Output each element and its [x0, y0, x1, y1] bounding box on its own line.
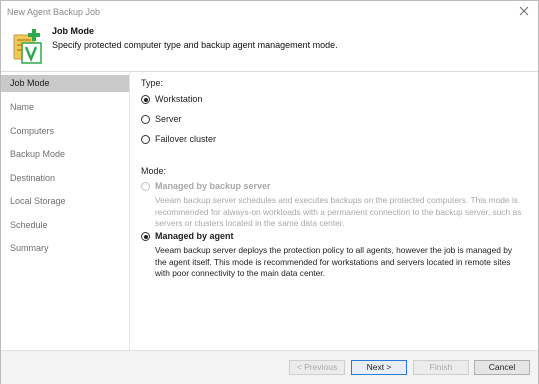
managed-by-agent-description: Veeam backup server deploys the protecti… — [155, 245, 513, 278]
next-button[interactable]: Next > — [351, 360, 407, 375]
title-bar: New Agent Backup Job — [1, 1, 538, 23]
step-backup-mode[interactable]: Backup Mode — [1, 146, 129, 163]
wizard-window: New Agent Backup Job Job Mode Specify pr… — [0, 0, 539, 384]
wizard-footer: < Previous Next > Finish Cancel — [1, 350, 538, 384]
managed-by-agent-radio[interactable]: Managed by agent — [141, 231, 261, 245]
step-name[interactable]: Name — [1, 99, 129, 116]
step-computers[interactable]: Computers — [1, 123, 129, 140]
page-subtitle: Specify protected computer type and back… — [52, 40, 338, 50]
step-destination[interactable]: Destination — [1, 170, 129, 187]
radio-disabled-icon — [141, 182, 150, 191]
wizard-header: Job Mode Specify protected computer type… — [1, 23, 538, 72]
wizard-steps: Job Mode Name Computers Backup Mode Dest… — [1, 72, 130, 350]
radio-unchecked-icon[interactable] — [141, 135, 150, 144]
step-local-storage[interactable]: Local Storage — [1, 193, 129, 210]
mode-label: Mode: — [141, 166, 167, 176]
server-label: Server — [155, 114, 182, 124]
finish-button[interactable]: Finish — [413, 360, 469, 375]
radio-checked-icon[interactable] — [141, 232, 150, 241]
job-mode-panel: Type: Workstation Server Failover cluste… — [141, 72, 531, 350]
close-icon[interactable] — [518, 5, 530, 17]
window-title: New Agent Backup Job — [7, 7, 101, 17]
previous-button[interactable]: < Previous — [289, 360, 345, 375]
type-label: Type: — [141, 78, 164, 88]
managed-by-agent-label: Managed by agent — [155, 231, 234, 241]
step-job-mode[interactable]: Job Mode — [1, 75, 129, 92]
managed-by-server-description: Veeam backup server schedules and execut… — [155, 195, 522, 228]
server-radio[interactable]: Server — [141, 114, 231, 128]
managed-by-server-radio: Managed by backup server — [141, 181, 291, 195]
workstation-label: Workstation — [155, 94, 203, 104]
page-title: Job Mode — [52, 26, 94, 36]
radio-unchecked-icon[interactable] — [141, 115, 150, 124]
backup-job-icon — [13, 29, 42, 64]
managed-by-server-label: Managed by backup server — [155, 181, 271, 191]
workstation-radio[interactable]: Workstation — [141, 94, 231, 108]
failover-cluster-radio[interactable]: Failover cluster — [141, 134, 231, 148]
radio-checked-icon[interactable] — [141, 95, 150, 104]
step-schedule[interactable]: Schedule — [1, 217, 129, 234]
failover-cluster-label: Failover cluster — [155, 134, 217, 144]
step-summary[interactable]: Summary — [1, 240, 129, 257]
cancel-button[interactable]: Cancel — [474, 360, 530, 375]
